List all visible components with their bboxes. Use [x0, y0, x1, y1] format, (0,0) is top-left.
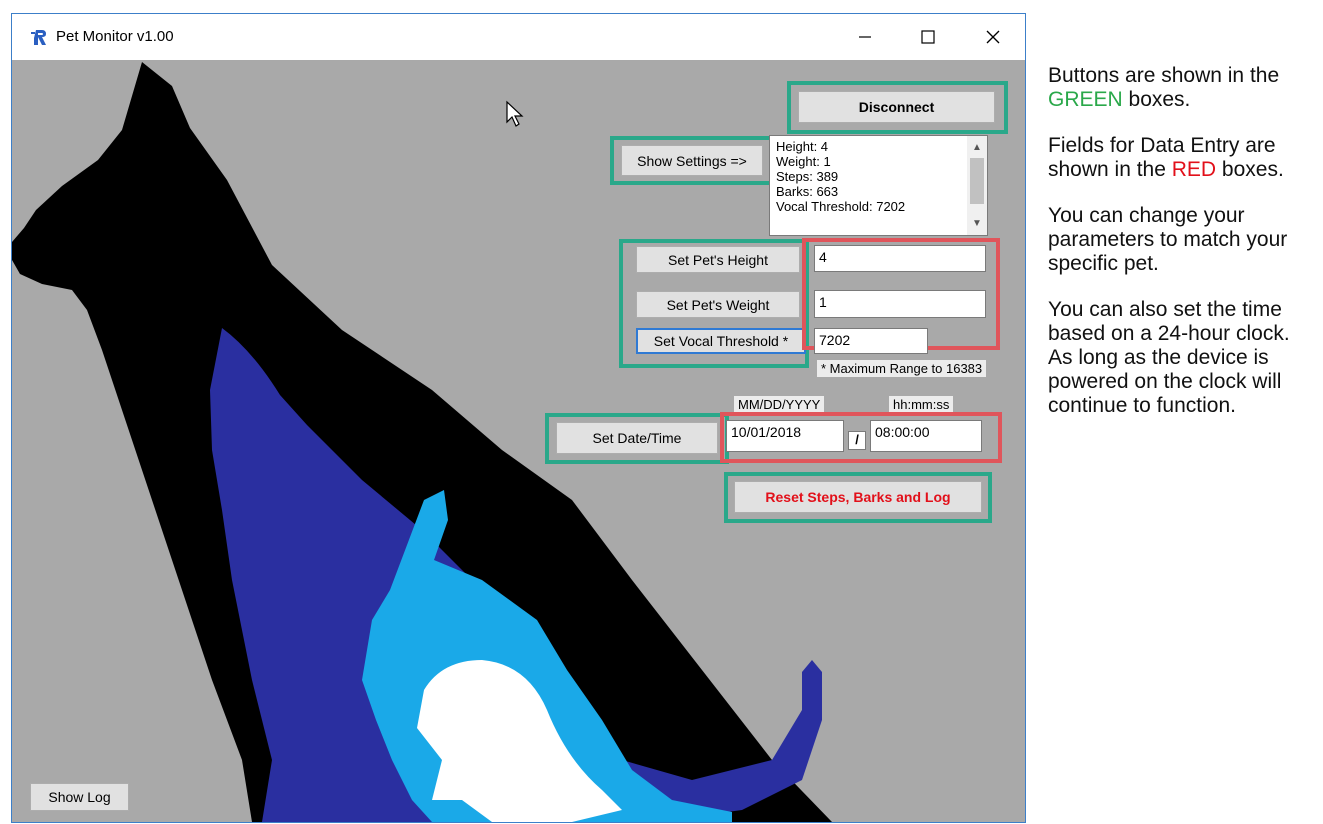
reset-button[interactable]: Reset Steps, Barks and Log	[734, 481, 982, 513]
vocal-threshold-field[interactable]: 7202	[814, 328, 928, 354]
scroll-up-icon[interactable]: ▲	[972, 140, 982, 155]
max-range-note: * Maximum Range to 16383	[817, 360, 987, 377]
pet-monitor-window: Pet Monitor v1.00 Disconnect Show Settin…	[11, 13, 1026, 823]
scroll-down-icon[interactable]: ▼	[972, 216, 982, 231]
height-field[interactable]: 4	[814, 245, 986, 272]
list-item: Height: 4	[776, 139, 829, 154]
set-vocal-threshold-button[interactable]: Set Vocal Threshold *	[636, 328, 806, 354]
date-time-separator: /	[848, 431, 866, 450]
list-item: Steps: 389	[776, 169, 839, 184]
help-parameters-text: You can change your parameters to match …	[1048, 204, 1288, 275]
minimize-button[interactable]	[842, 20, 888, 54]
time-format-label: hh:mm:ss	[889, 396, 954, 413]
maximize-button[interactable]	[905, 20, 951, 54]
client-area: Disconnect Show Settings => Height: 4 We…	[12, 60, 1025, 822]
settings-list[interactable]: Height: 4 Weight: 1 Steps: 389 Barks: 66…	[769, 135, 988, 236]
red-word: RED	[1171, 158, 1217, 181]
help-panel: Buttons are shown in the GREEN boxes. Fi…	[1048, 64, 1318, 440]
close-button[interactable]	[970, 20, 1016, 54]
disconnect-button[interactable]: Disconnect	[798, 91, 995, 123]
show-settings-button[interactable]: Show Settings =>	[621, 145, 763, 176]
date-format-label: MM/DD/YYYY	[734, 396, 825, 413]
time-field[interactable]: 08:00:00	[870, 420, 982, 452]
list-item: Vocal Threshold: 7202	[776, 199, 906, 214]
help-text: boxes.	[1122, 88, 1191, 111]
help-buttons-text: Buttons are shown in the GREEN boxes.	[1048, 64, 1318, 112]
weight-field[interactable]: 1	[814, 290, 986, 318]
help-clock-text: You can also set the time based on a 24-…	[1048, 298, 1290, 417]
window-title: Pet Monitor v1.00	[56, 28, 174, 45]
app-logo-icon	[31, 30, 46, 45]
set-height-button[interactable]: Set Pet's Height	[636, 246, 800, 273]
scroll-thumb[interactable]	[970, 158, 984, 204]
settings-scrollbar[interactable]: ▲ ▼	[967, 136, 987, 235]
list-item: Weight: 1	[776, 154, 831, 169]
set-datetime-button[interactable]: Set Date/Time	[556, 422, 718, 454]
set-weight-button[interactable]: Set Pet's Weight	[636, 291, 800, 318]
title-bar: Pet Monitor v1.00	[12, 14, 1025, 60]
help-fields-text: Fields for Data Entry are shown in the R…	[1048, 134, 1318, 182]
date-field[interactable]: 10/01/2018	[726, 420, 844, 452]
help-text: boxes.	[1216, 158, 1284, 181]
list-item: Barks: 663	[776, 184, 839, 199]
show-log-button[interactable]: Show Log	[30, 783, 129, 811]
help-text: Buttons are shown in the	[1048, 64, 1280, 87]
green-word: GREEN	[1048, 88, 1123, 111]
mouse-cursor-icon	[506, 100, 524, 127]
